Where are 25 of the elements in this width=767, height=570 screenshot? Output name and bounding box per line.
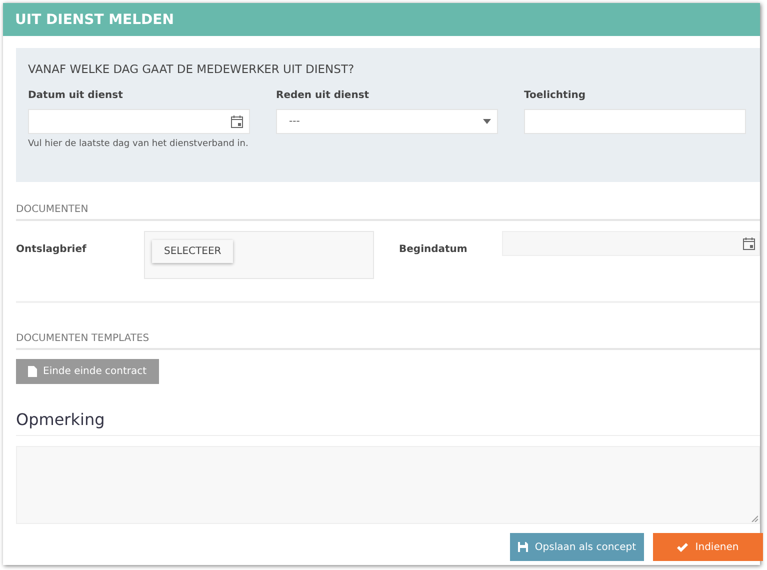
dropdown-caret-icon: [483, 119, 491, 124]
date-field[interactable]: [28, 109, 250, 134]
save-icon: [518, 542, 528, 552]
select-button[interactable]: SELECTEER: [152, 240, 234, 263]
calendar-icon[interactable]: [231, 115, 243, 128]
resize-grip-icon[interactable]: [751, 515, 758, 522]
field-label: Ontslagbrief: [16, 244, 86, 255]
dropdown-field[interactable]: ---: [276, 109, 498, 134]
calendar-icon[interactable]: [743, 237, 755, 250]
section-heading: DOCUMENTEN: [16, 204, 760, 221]
section-title: Opmerking: [16, 410, 760, 436]
panel-heading: VANAF WELKE DAG GAAT DE MEDEWERKER UIT DIENST?: [28, 62, 356, 76]
checkmark-icon: [677, 542, 688, 552]
date-field[interactable]: [502, 231, 760, 256]
file-drop-area[interactable]: SELECTEER: [144, 231, 374, 279]
field-label: Reden uit dienst: [276, 90, 370, 101]
section-heading: DOCUMENTEN TEMPLATES: [16, 333, 760, 350]
field-hint: Vul hier de laatste dag van het dienstverband in.: [28, 139, 248, 149]
document-icon: [28, 366, 37, 377]
dialog-title: UIT DIENST MELDEN: [15, 12, 174, 28]
field-label: Datum uit dienst: [28, 90, 124, 101]
field-label: Toelichting: [524, 90, 587, 101]
text-field[interactable]: [524, 109, 746, 134]
field-label: Begindatum: [399, 244, 468, 255]
remark-textarea[interactable]: [16, 446, 760, 524]
